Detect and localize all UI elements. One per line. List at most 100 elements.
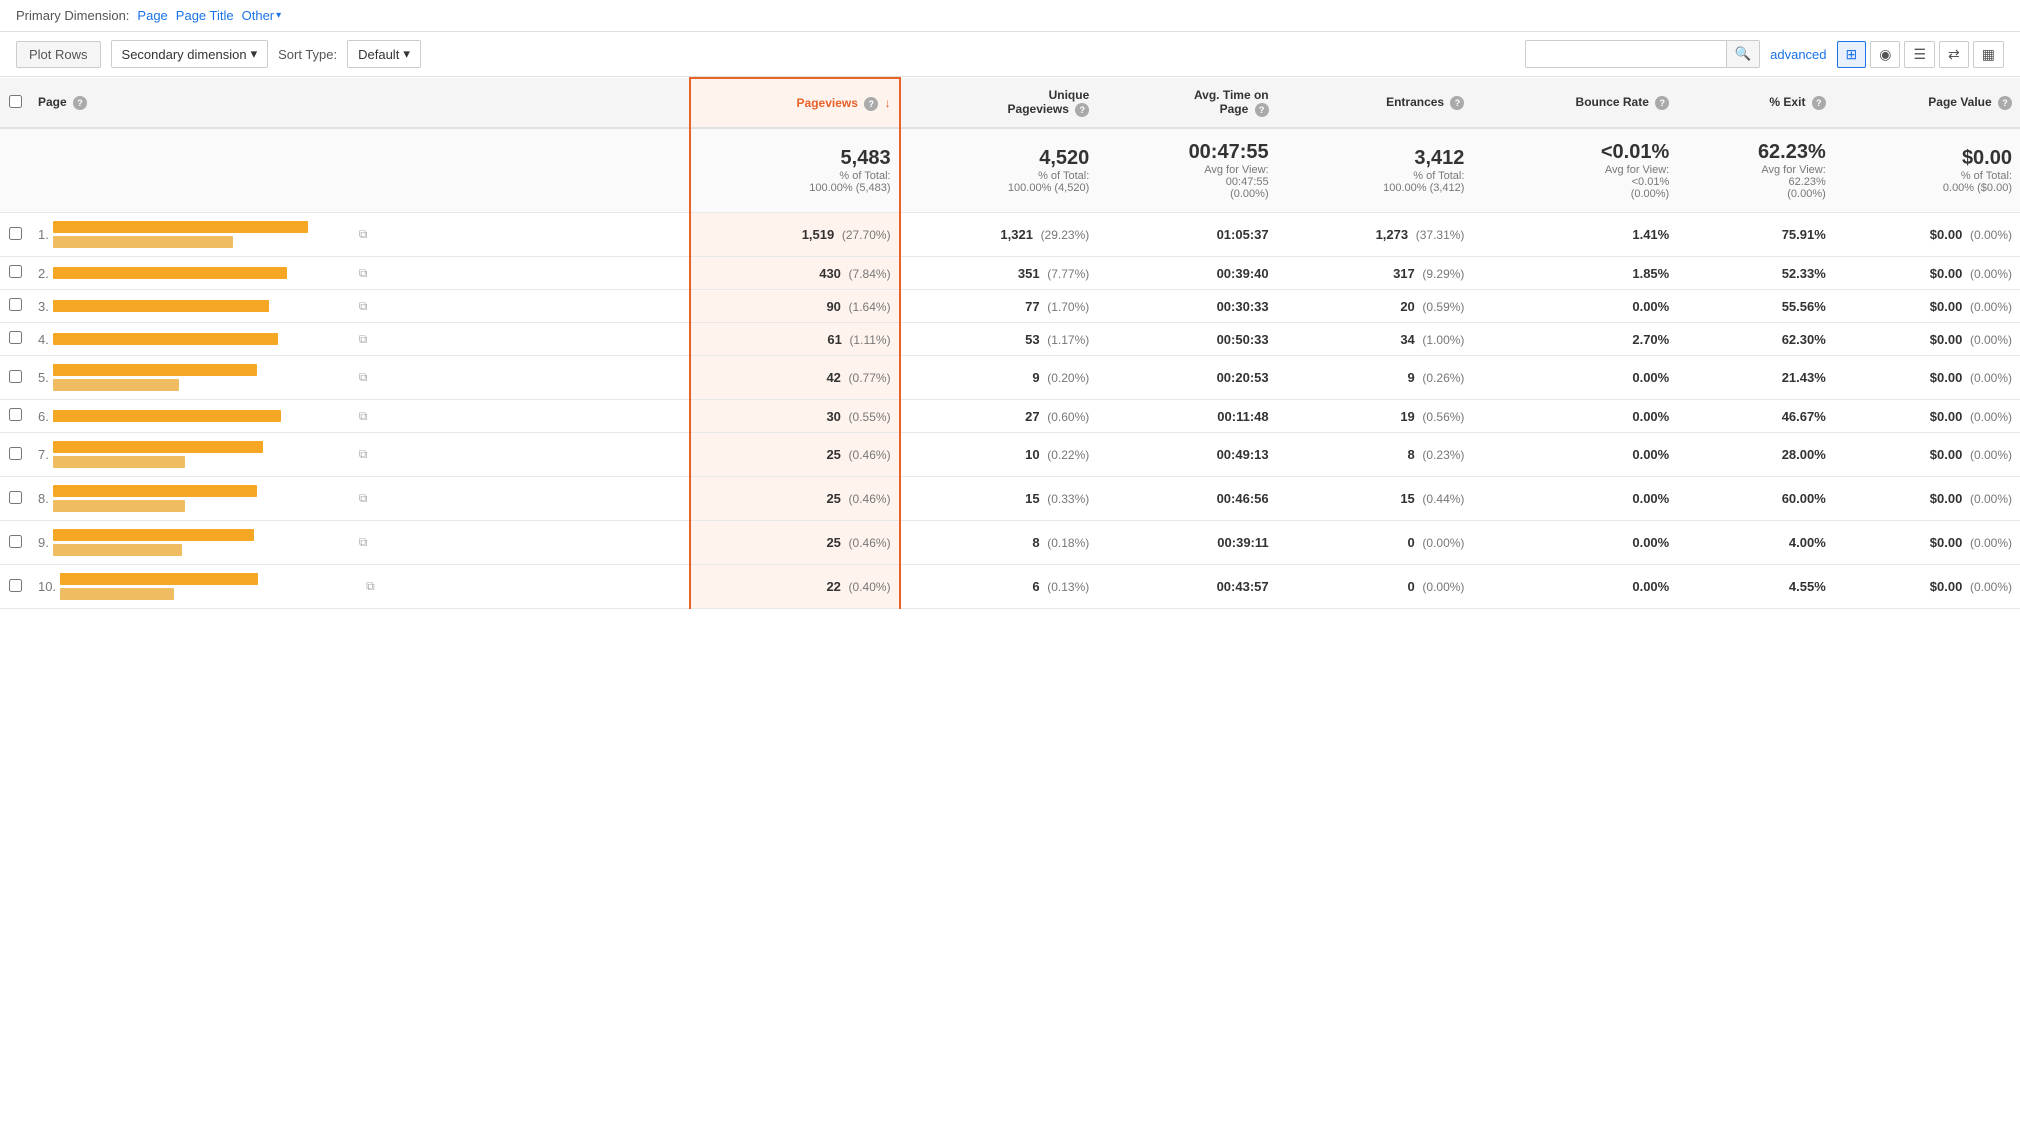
row-checkbox-cell[interactable] [0,521,30,565]
copy-icon[interactable]: ⧉ [359,299,368,314]
copy-icon[interactable]: ⧉ [359,409,368,424]
row-checkbox[interactable] [9,535,22,548]
avg-time-value: 00:39:40 [1217,266,1269,281]
pct-exit-value: 4.55% [1789,579,1826,594]
row-checkbox-cell[interactable] [0,290,30,323]
view-grid-button[interactable]: ⊞ [1837,41,1867,68]
dim-page-link[interactable]: Page [137,8,167,23]
entrances-pct: (37.31%) [1416,228,1465,242]
pageviews-column-header[interactable]: Pageviews ? ↓ [690,78,899,128]
row-checkbox-cell[interactable] [0,565,30,609]
view-compare-button[interactable]: ⇄ [1939,41,1969,68]
secondary-dimension-chevron-icon: ▾ [251,46,258,62]
row-checkbox[interactable] [9,227,22,240]
unique-pageviews-cell: 15 (0.33%) [900,477,1098,521]
page-help-icon[interactable]: ? [73,96,87,110]
row-checkbox-cell[interactable] [0,213,30,257]
page-value-cell: $0.00 (0.00%) [1834,565,2020,609]
copy-icon[interactable]: ⧉ [359,332,368,347]
pageviews-pct: (0.46%) [849,492,891,506]
copy-icon[interactable]: ⧉ [359,447,368,462]
page-value-pct: (0.00%) [1970,580,2012,594]
entrances-help-icon[interactable]: ? [1450,96,1464,110]
avg-time-help-icon[interactable]: ? [1255,103,1269,117]
row-checkbox[interactable] [9,370,22,383]
entrances-cell: 20 (0.59%) [1277,290,1473,323]
page-bar-container [53,485,353,512]
copy-icon[interactable]: ⧉ [359,227,368,242]
pct-exit-help-icon[interactable]: ? [1812,96,1826,110]
unique-pageviews-pct: (0.33%) [1047,492,1089,506]
unique-pageviews-pct: (0.20%) [1047,371,1089,385]
dim-other-dropdown[interactable]: Other ▾ [242,8,282,23]
row-checkbox[interactable] [9,331,22,344]
view-list-button[interactable]: ☰ [1904,41,1935,68]
page-value-pct: (0.00%) [1970,448,2012,462]
pageviews-help-icon[interactable]: ? [864,97,878,111]
bounce-rate-help-icon[interactable]: ? [1655,96,1669,110]
copy-icon[interactable]: ⧉ [359,370,368,385]
entrances-cell: 8 (0.23%) [1277,433,1473,477]
copy-icon[interactable]: ⧉ [359,491,368,506]
sort-type-dropdown[interactable]: Default ▾ [347,40,421,68]
bounce-rate-cell: 0.00% [1472,400,1677,433]
row-checkbox-cell[interactable] [0,400,30,433]
row-checkbox-cell[interactable] [0,477,30,521]
entrances-pct: (0.44%) [1422,492,1464,506]
entrances-cell: 34 (1.00%) [1277,323,1473,356]
page-bar-container [53,529,353,556]
search-button[interactable]: 🔍 [1726,41,1760,67]
plot-rows-button[interactable]: Plot Rows [16,41,101,68]
avg-time-value: 00:11:48 [1217,409,1268,424]
page-value-value: $0.00 [1930,579,1963,594]
pct-exit-cell: 62.30% [1677,323,1834,356]
row-checkbox-cell[interactable] [0,257,30,290]
page-value-cell: $0.00 (0.00%) [1834,477,2020,521]
dim-page-title-link[interactable]: Page Title [176,8,234,23]
bounce-rate-value: 0.00% [1632,409,1669,424]
unique-pageviews-help-icon[interactable]: ? [1075,103,1089,117]
copy-icon[interactable]: ⧉ [359,535,368,550]
toolbar: Plot Rows Secondary dimension ▾ Sort Typ… [0,32,2020,77]
row-checkbox[interactable] [9,491,22,504]
page-value-value: $0.00 [1930,491,1963,506]
entrances-value: 0 [1408,535,1415,550]
page-value-help-icon[interactable]: ? [1998,96,2012,110]
bounce-rate-value: 0.00% [1632,491,1669,506]
advanced-link[interactable]: advanced [1770,47,1826,62]
avg-time-cell: 00:30:33 [1097,290,1276,323]
dim-other-label: Other [242,8,275,23]
row-checkbox-cell[interactable] [0,323,30,356]
page-value-cell: $0.00 (0.00%) [1834,400,2020,433]
search-input[interactable] [1526,42,1726,67]
page-bar-top [53,410,281,422]
bars-icon: ▦ [1982,46,1995,62]
row-checkbox[interactable] [9,408,22,421]
view-bars-button[interactable]: ▦ [1973,41,2004,68]
pct-exit-value: 52.33% [1782,266,1826,281]
bounce-rate-cell: 0.00% [1472,433,1677,477]
select-all-checkbox[interactable] [9,95,22,108]
pageviews-pct: (0.46%) [849,536,891,550]
row-checkbox-cell[interactable] [0,433,30,477]
pct-exit-cell: 60.00% [1677,477,1834,521]
pct-exit-cell: 28.00% [1677,433,1834,477]
pct-exit-cell: 55.56% [1677,290,1834,323]
row-checkbox-cell[interactable] [0,356,30,400]
select-all-header[interactable] [0,78,30,128]
row-checkbox[interactable] [9,579,22,592]
pageviews-pct: (0.55%) [849,410,891,424]
copy-icon[interactable]: ⧉ [366,579,375,594]
page-bar-container [53,410,353,422]
unique-pageviews-value: 53 [1025,332,1039,347]
unique-pageviews-value: 8 [1032,535,1039,550]
avg-time-cell: 01:05:37 [1097,213,1276,257]
secondary-dimension-label: Secondary dimension [122,47,247,62]
row-checkbox[interactable] [9,298,22,311]
copy-icon[interactable]: ⧉ [359,266,368,281]
secondary-dimension-dropdown[interactable]: Secondary dimension ▾ [111,40,269,68]
row-checkbox[interactable] [9,447,22,460]
row-checkbox[interactable] [9,265,22,278]
view-pie-button[interactable]: ◉ [1870,41,1900,68]
table-row: 10. ⧉ 22 (0.40%) 6 (0.13%) 00:43:57 0 (0… [0,565,2020,609]
